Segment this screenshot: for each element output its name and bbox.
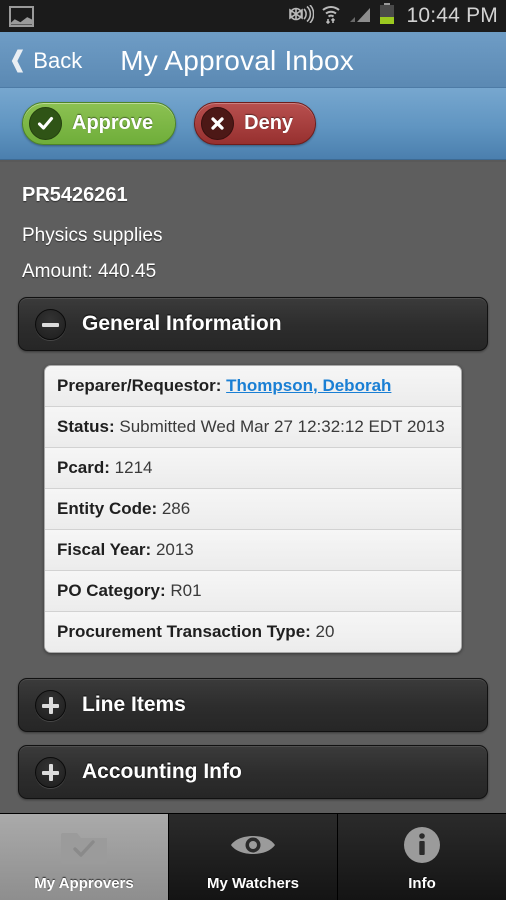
detail-row: Pcard: 1214	[45, 448, 461, 489]
record-amount: Amount: 440.45	[22, 261, 157, 282]
tab-label: My Approvers	[34, 875, 134, 892]
app-root: 10:44 PM ❰ Back My Approval Inbox Approv…	[0, 0, 506, 900]
detail-row: Preparer/Requestor: Thompson, Deborah	[45, 366, 461, 407]
detail-label: Preparer/Requestor:	[57, 376, 222, 395]
section-header-line-items[interactable]: Line Items	[18, 678, 488, 732]
detail-value: 2013	[155, 540, 194, 559]
detail-row: Status: Submitted Wed Mar 27 12:32:12 ED…	[45, 407, 461, 448]
wifi-icon	[321, 4, 341, 29]
deny-button-label: Deny	[244, 112, 294, 134]
action-bar: Approve Deny	[0, 88, 506, 160]
chevron-left-icon: ❰	[8, 47, 28, 73]
photo-icon	[9, 5, 34, 27]
detail-value: 20	[315, 622, 335, 641]
detail-label: Pcard:	[57, 458, 110, 477]
eye-icon	[169, 814, 337, 875]
page-title: My Approval Inbox	[120, 44, 354, 76]
general-information-list: Preparer/Requestor: Thompson, Deborah St…	[44, 365, 462, 653]
record-summary: PR5426261 Physics supplies Amount: 440.4…	[0, 162, 506, 283]
detail-value: 286	[161, 499, 191, 518]
battery-icon	[379, 2, 395, 30]
detail-row: PO Category: R01	[45, 571, 461, 612]
status-bar: 10:44 PM	[0, 0, 506, 34]
back-button-label: Back	[33, 47, 83, 73]
check-circle-icon	[29, 107, 62, 140]
plus-circle-icon	[35, 756, 66, 788]
cast-icon	[288, 3, 314, 28]
detail-row: Fiscal Year: 2013	[45, 530, 461, 571]
detail-label: Fiscal Year:	[57, 540, 152, 559]
info-circle-icon	[338, 814, 506, 875]
folder-check-icon	[0, 814, 168, 875]
back-button[interactable]: ❰ Back	[0, 34, 96, 87]
status-bar-clock: 10:44 PM	[406, 4, 498, 27]
detail-row: Entity Code: 286	[45, 489, 461, 530]
record-id: PR5426261	[22, 184, 128, 206]
x-circle-icon	[201, 107, 235, 140]
signal-icon	[348, 4, 372, 28]
section-title: General Information	[82, 312, 282, 335]
section-title: Line Items	[82, 693, 186, 716]
detail-value: 1214	[114, 458, 153, 477]
detail-label: Entity Code:	[57, 499, 158, 518]
section-header-accounting-info[interactable]: Accounting Info	[18, 745, 488, 799]
section-title: Accounting Info	[82, 760, 242, 783]
detail-value: R01	[170, 581, 202, 600]
detail-label: Status:	[57, 417, 115, 436]
plus-circle-icon	[35, 689, 66, 721]
status-bar-system-icons: 10:44 PM	[288, 2, 499, 30]
tab-my-approvers[interactable]: My Approvers	[0, 814, 169, 900]
tab-my-watchers[interactable]: My Watchers	[169, 814, 338, 900]
detail-label: Procurement Transaction Type:	[57, 622, 311, 641]
section-header-general-information[interactable]: General Information	[18, 297, 488, 351]
tab-label: My Watchers	[207, 875, 299, 892]
record-description: Physics supplies	[22, 225, 163, 246]
detail-row: Procurement Transaction Type: 20	[45, 612, 461, 652]
tab-info[interactable]: Info	[338, 814, 506, 900]
title-bar: ❰ Back My Approval Inbox	[0, 34, 506, 88]
detail-value: Submitted Wed Mar 27 12:32:12 EDT 2013	[119, 417, 445, 436]
detail-label: PO Category:	[57, 581, 166, 600]
tab-label: Info	[408, 875, 436, 892]
approve-button[interactable]: Approve	[22, 102, 177, 145]
deny-button[interactable]: Deny	[194, 102, 317, 145]
content-scroll-area[interactable]: PR5426261 Physics supplies Amount: 440.4…	[0, 162, 506, 813]
minus-circle-icon	[35, 308, 66, 340]
approve-button-label: Approve	[72, 112, 154, 134]
status-bar-notifications	[9, 5, 34, 27]
bottom-tab-bar: My Approvers My Watchers Info	[0, 813, 506, 900]
preparer-link[interactable]: Thompson, Deborah	[226, 376, 391, 395]
